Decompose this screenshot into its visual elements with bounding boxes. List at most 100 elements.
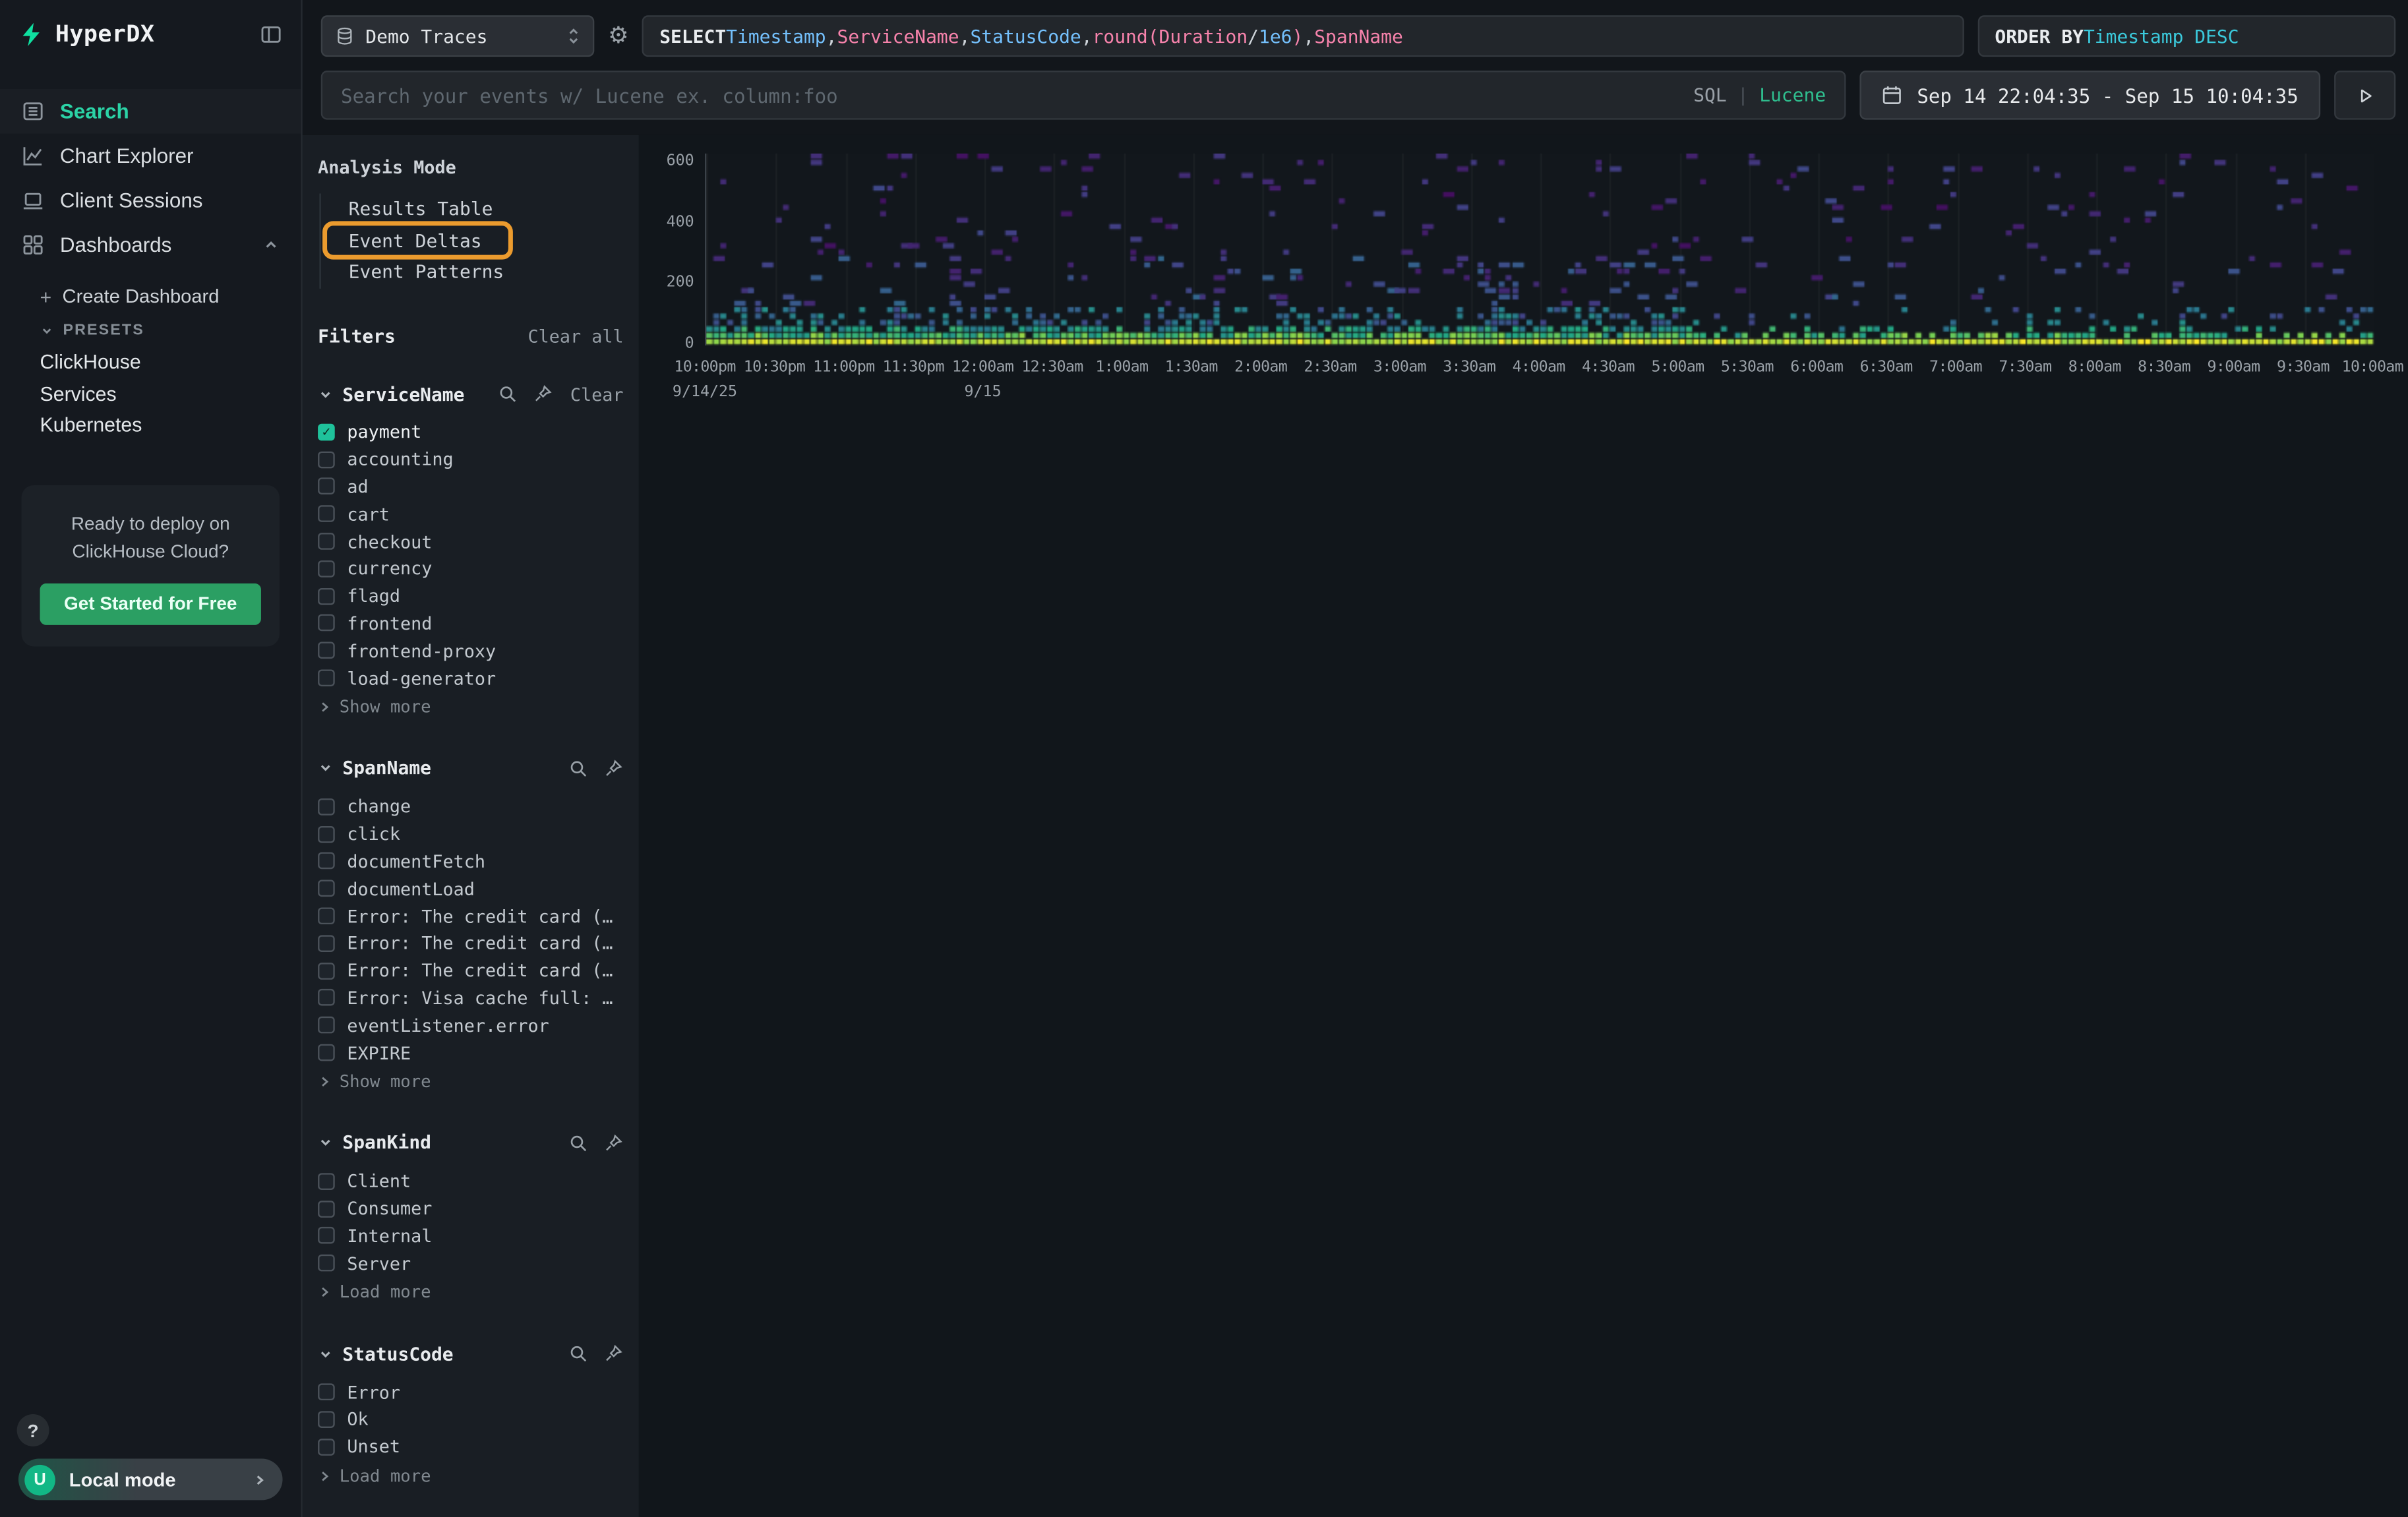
sidebar-collapse-icon[interactable]: [260, 22, 283, 45]
checkbox[interactable]: [318, 615, 335, 632]
facet-option-server[interactable]: Server: [318, 1249, 623, 1276]
sidebar-item-kubernetes[interactable]: Kubernetes: [40, 410, 301, 442]
checkbox[interactable]: [318, 451, 335, 468]
chevron-up-icon[interactable]: [262, 237, 280, 254]
facet-option-checkout[interactable]: checkout: [318, 527, 623, 554]
create-dashboard-button[interactable]: + Create Dashboard: [40, 280, 301, 313]
show-more-button[interactable]: Show more: [318, 1068, 623, 1096]
search-icon[interactable]: [498, 384, 518, 403]
checkbox[interactable]: [318, 1438, 335, 1455]
sidebar-item-services[interactable]: Services: [40, 378, 301, 410]
chevron-down-icon[interactable]: [318, 386, 333, 402]
sidebar-item-clickhouse[interactable]: ClickHouse: [40, 347, 301, 378]
load-more-button[interactable]: Load more: [318, 1462, 623, 1489]
facet-option-client[interactable]: Client: [318, 1168, 623, 1195]
sidebar-item-client-sessions[interactable]: Client Sessions: [0, 178, 301, 223]
facet-option-flagd[interactable]: flagd: [318, 582, 623, 609]
checkbox[interactable]: [318, 990, 335, 1007]
lucene-mode-toggle[interactable]: Lucene: [1759, 84, 1826, 106]
checkbox[interactable]: [318, 670, 335, 687]
checkbox[interactable]: [318, 1228, 335, 1245]
facet-option-frontend[interactable]: frontend: [318, 610, 623, 637]
checkbox[interactable]: [318, 506, 335, 523]
search-input[interactable]: Search your events w/ Lucene ex. column:…: [321, 71, 1846, 120]
checkbox[interactable]: [318, 908, 335, 925]
facet-option-payment[interactable]: payment: [318, 419, 623, 446]
chevron-right-icon: [252, 1472, 267, 1487]
pin-icon[interactable]: [603, 758, 623, 778]
pin-icon[interactable]: [603, 1344, 623, 1363]
user-menu[interactable]: U Local mode: [18, 1459, 283, 1501]
analysis-mode-event-patterns[interactable]: Event Patterns: [342, 256, 510, 288]
facet-option-error-the-credit-card[interactable]: Error: The credit card (…: [318, 930, 623, 957]
help-button[interactable]: ?: [17, 1414, 49, 1446]
clear-all-button[interactable]: Clear all: [527, 325, 623, 347]
checkbox[interactable]: [318, 825, 335, 843]
get-started-button[interactable]: Get Started for Free: [40, 583, 261, 624]
facet-option-internal[interactable]: Internal: [318, 1222, 623, 1249]
checkbox[interactable]: [318, 1017, 335, 1034]
facet-option-cart[interactable]: cart: [318, 500, 623, 527]
facet-option-frontend-proxy[interactable]: frontend-proxy: [318, 637, 623, 664]
checkbox[interactable]: [318, 935, 335, 952]
facet-option-ok[interactable]: Ok: [318, 1406, 623, 1433]
facet-option-documentload[interactable]: documentLoad: [318, 875, 623, 902]
chevron-down-icon[interactable]: [318, 1135, 333, 1150]
checkbox[interactable]: [318, 533, 335, 550]
facet-option-currency[interactable]: currency: [318, 555, 623, 582]
facet-option-error-visa-cache-full[interactable]: Error: Visa cache full: …: [318, 984, 623, 1011]
facet-option-click[interactable]: click: [318, 820, 623, 847]
run-query-button[interactable]: [2334, 71, 2395, 120]
pin-icon[interactable]: [533, 384, 553, 403]
checkbox[interactable]: [318, 642, 335, 659]
checkbox[interactable]: [318, 560, 335, 578]
facet-option-error-the-credit-card[interactable]: Error: The credit card (…: [318, 903, 623, 930]
data-source-select[interactable]: Demo Traces: [321, 15, 595, 57]
sql-mode-toggle[interactable]: SQL: [1693, 84, 1727, 106]
facet-option-error-the-credit-card[interactable]: Error: The credit card (…: [318, 957, 623, 984]
facet-option-change[interactable]: change: [318, 793, 623, 820]
search-icon[interactable]: [568, 1344, 588, 1363]
checkbox[interactable]: [318, 1255, 335, 1272]
checkbox[interactable]: [318, 853, 335, 870]
sidebar-item-search[interactable]: Search: [0, 89, 301, 134]
checkbox[interactable]: [318, 1044, 335, 1061]
analysis-mode-event-deltas[interactable]: Event Deltas: [342, 225, 488, 256]
checkbox[interactable]: [318, 1200, 335, 1217]
gear-icon[interactable]: ⚙: [608, 24, 628, 47]
checkbox[interactable]: [318, 880, 335, 897]
checkbox[interactable]: [318, 1411, 335, 1428]
checkbox[interactable]: [318, 1383, 335, 1400]
presets-toggle[interactable]: PRESETS: [40, 313, 301, 347]
facet-option-accounting[interactable]: accounting: [318, 446, 623, 473]
facet-option-load-generator[interactable]: load-generator: [318, 665, 623, 692]
checkbox-checked[interactable]: [318, 424, 335, 441]
facet-option-unset[interactable]: Unset: [318, 1433, 623, 1460]
facet-option-ad[interactable]: ad: [318, 473, 623, 500]
checkbox[interactable]: [318, 962, 335, 979]
search-icon[interactable]: [568, 758, 588, 778]
facet-option-documentfetch[interactable]: documentFetch: [318, 848, 623, 875]
facet-option-eventlistener-error[interactable]: eventListener.error: [318, 1011, 623, 1038]
select-clause-input[interactable]: SELECT Timestamp, ServiceName, StatusCod…: [643, 15, 1964, 57]
sidebar-item-dashboards[interactable]: Dashboards: [0, 223, 301, 268]
chevron-down-icon[interactable]: [318, 761, 333, 776]
time-range-picker[interactable]: Sep 14 22:04:35 - Sep 15 10:04:35: [1859, 71, 2320, 120]
checkbox[interactable]: [318, 1173, 335, 1190]
clear-facet-button[interactable]: Clear: [570, 383, 624, 405]
pin-icon[interactable]: [603, 1133, 623, 1153]
load-more-button[interactable]: Load more: [318, 1278, 623, 1306]
facet-option-expire[interactable]: EXPIRE: [318, 1039, 623, 1066]
chevron-down-icon[interactable]: [318, 1346, 333, 1361]
checkbox[interactable]: [318, 478, 335, 495]
checkbox[interactable]: [318, 587, 335, 605]
analysis-mode-results-table[interactable]: Results Table: [342, 193, 498, 225]
facet-option-consumer[interactable]: Consumer: [318, 1195, 623, 1222]
heatmap-plot[interactable]: [705, 154, 2372, 345]
show-more-button[interactable]: Show more: [318, 693, 623, 721]
order-by-input[interactable]: ORDER BY Timestamp DESC: [1978, 15, 2395, 57]
facet-option-error[interactable]: Error: [318, 1379, 623, 1406]
search-icon[interactable]: [568, 1133, 588, 1153]
sidebar-item-chart-explorer[interactable]: Chart Explorer: [0, 134, 301, 179]
checkbox[interactable]: [318, 798, 335, 816]
